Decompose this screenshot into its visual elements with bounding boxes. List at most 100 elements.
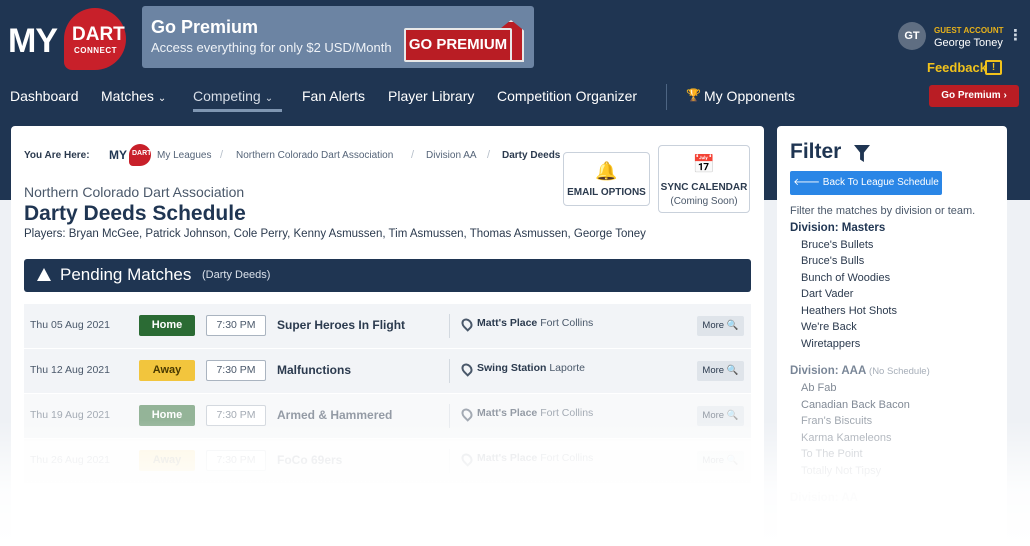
go-premium-button[interactable]: Go Premium › — [929, 85, 1019, 107]
search-icon: 🔍 — [726, 365, 739, 376]
page-title: Darty Deeds Schedule — [24, 202, 246, 225]
filter-team[interactable]: Wiretappers — [801, 338, 860, 350]
nav-competition-organizer[interactable]: Competition Organizer — [497, 88, 637, 104]
chevron-down-icon: ⌄ — [157, 93, 167, 104]
nav-dashboard[interactable]: Dashboard — [10, 88, 79, 104]
mydartconnect-logo[interactable]: MY DART CONNECT — [8, 8, 128, 70]
venue-name: Matt's Place — [477, 317, 538, 329]
nav-competing[interactable]: Competing ⌄ — [193, 88, 273, 104]
banner-go-premium-button[interactable]: GO PREMIUM — [404, 28, 512, 62]
filter-team[interactable]: Dart Vader — [801, 288, 853, 300]
division-aa-title[interactable]: Division: AA — [790, 492, 858, 504]
schedule-card: You Are Here: MY DART My Leagues / North… — [11, 126, 764, 546]
filter-team[interactable]: Karma Kameleons — [801, 432, 892, 444]
avatar[interactable]: GT — [898, 22, 926, 50]
kebab-menu-icon[interactable]: ⋮ — [1008, 26, 1023, 44]
more-button[interactable]: More 🔍 — [697, 361, 744, 381]
mini-logo-badge: DART — [129, 144, 151, 166]
filter-team[interactable]: Ab Fab — [801, 382, 836, 394]
filter-title: Filter — [790, 140, 842, 163]
banner-subtitle: Access everything for only $2 USD/Month — [151, 40, 392, 55]
breadcrumb-logo[interactable]: MY DART — [109, 144, 153, 166]
division-masters-title[interactable]: Division: Masters — [790, 222, 885, 234]
map-pin-icon — [459, 451, 475, 467]
row-divider — [449, 359, 450, 383]
search-icon: 🔍 — [726, 410, 739, 421]
opponent-name[interactable]: Malfunctions — [277, 363, 351, 377]
breadcrumb-association[interactable]: Northern Colorado Dart Association — [236, 150, 393, 161]
home-badge: Home — [139, 405, 195, 426]
breadcrumb-separator: / — [411, 149, 415, 161]
filter-team[interactable]: Bunch of Woodies — [801, 272, 890, 284]
venue[interactable]: Matt's Place Fort Collins — [477, 317, 593, 329]
filter-team[interactable]: Bruce's Bulls — [801, 255, 864, 267]
breadcrumb-my-leagues[interactable]: My Leagues — [157, 150, 211, 161]
mini-logo-my: MY — [109, 148, 127, 162]
email-options-label: EMAIL OPTIONS — [567, 187, 646, 198]
filter-team[interactable]: Totally Not Tipsy — [801, 465, 881, 477]
chevron-down-icon: ⌄ — [264, 93, 274, 104]
opponent-name[interactable]: FoCo 69ers — [277, 453, 342, 467]
division-aaa-title[interactable]: Division: AAA (No Schedule) — [790, 365, 930, 377]
more-button[interactable]: More 🔍 — [697, 316, 744, 336]
breadcrumb-separator: / — [487, 149, 491, 161]
logo-dart-badge: DART CONNECT — [64, 8, 126, 70]
account-menu[interactable]: GT GUEST ACCOUNT George Toney ⋮ — [898, 22, 1028, 52]
venue-name: Matt's Place — [477, 452, 538, 464]
feedback-label: Feedback — [927, 60, 987, 75]
logo-connect-text: CONNECT — [74, 46, 118, 55]
opponent-name[interactable]: Armed & Hammered — [277, 408, 392, 422]
feedback-icon: ! — [985, 60, 1002, 75]
logo-my-text: MY — [8, 22, 58, 60]
more-label: More — [702, 410, 725, 421]
filter-team[interactable]: Canadian Back Bacon — [801, 399, 910, 411]
sync-calendar-sub: (Coming Soon) — [670, 196, 738, 207]
breadcrumb-division[interactable]: Division AA — [426, 150, 477, 161]
venue-city: Fort Collins — [540, 407, 594, 419]
feedback-link[interactable]: Feedback ! — [927, 60, 1007, 78]
filter-team[interactable]: Bruce's Bullets — [801, 239, 873, 251]
row-divider — [449, 404, 450, 428]
league-name: Northern Colorado Dart Association — [24, 184, 245, 200]
trophy-icon: 🏆 — [686, 88, 701, 102]
venue[interactable]: Matt's Place Fort Collins — [477, 452, 593, 464]
venue-city: Laporte — [549, 362, 585, 374]
venue[interactable]: Matt's Place Fort Collins — [477, 407, 593, 419]
match-time: 7:30 PM — [206, 315, 266, 336]
away-badge: Away — [139, 450, 195, 471]
match-row: Thu 19 Aug 2021 Home 7:30 PM Armed & Ham… — [24, 394, 751, 438]
nav-fan-alerts[interactable]: Fan Alerts — [302, 88, 365, 104]
division-aaa-label: Division: AAA — [790, 365, 866, 377]
row-divider — [449, 449, 450, 473]
filter-team[interactable]: We're Back — [801, 321, 857, 333]
map-pin-icon — [459, 361, 475, 377]
filter-team[interactable]: Fran's Biscuits — [801, 415, 872, 427]
pending-matches-team: (Darty Deeds) — [202, 269, 271, 281]
nav-my-opponents[interactable]: My Opponents — [704, 88, 795, 104]
nav-player-library[interactable]: Player Library — [388, 88, 474, 104]
map-pin-icon — [459, 316, 475, 332]
sync-calendar-button[interactable]: 📅 SYNC CALENDAR (Coming Soon) — [658, 145, 750, 213]
opponent-name[interactable]: Super Heroes In Flight — [277, 318, 405, 332]
filter-team[interactable]: Heathers Hot Shots — [801, 305, 897, 317]
bell-icon: 🔔 — [595, 161, 618, 181]
breadcrumb-label: You Are Here: — [24, 150, 90, 161]
more-button[interactable]: More 🔍 — [697, 406, 744, 426]
banner-title: Go Premium — [151, 17, 259, 37]
email-options-button[interactable]: 🔔 EMAIL OPTIONS — [563, 152, 650, 206]
nav-matches[interactable]: Matches ⌄ — [101, 88, 166, 104]
filter-team[interactable]: To The Point — [801, 448, 863, 460]
mini-logo-dart: DART — [132, 150, 152, 157]
more-label: More — [702, 365, 725, 376]
map-pin-icon — [459, 406, 475, 422]
funnel-icon — [854, 145, 870, 162]
back-to-league-schedule-button[interactable]: 🡐 Back To League Schedule — [790, 171, 942, 195]
logo-dart-text: DART — [72, 24, 125, 45]
players-list: Players: Bryan McGee, Patrick Johnson, C… — [24, 228, 646, 240]
venue[interactable]: Swing Station Laporte — [477, 362, 585, 374]
pending-matches-header: Pending Matches (Darty Deeds) — [24, 259, 751, 292]
more-button[interactable]: More 🔍 — [697, 451, 744, 471]
match-date: Thu 26 Aug 2021 — [30, 454, 110, 466]
premium-banner[interactable]: Go Premium Access everything for only $2… — [142, 6, 534, 68]
division-aaa-note: (No Schedule) — [869, 366, 930, 377]
